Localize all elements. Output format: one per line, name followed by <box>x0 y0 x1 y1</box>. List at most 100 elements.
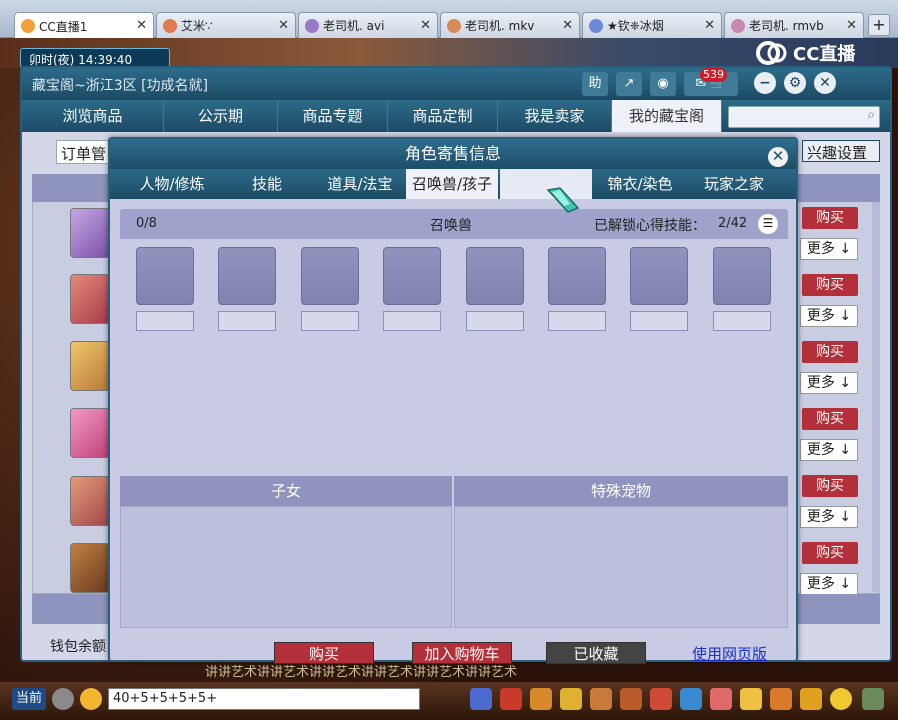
channel-current-button[interactable]: 当前 <box>12 688 46 710</box>
close-icon[interactable]: ✕ <box>562 18 573 33</box>
tab-player-home[interactable]: 玩家之家 <box>688 169 780 199</box>
guild-icon[interactable] <box>590 688 612 710</box>
pet-slot[interactable] <box>466 247 524 305</box>
gear-icon[interactable]: ⚙ <box>784 72 806 94</box>
item-avatar[interactable] <box>70 543 110 593</box>
browser-tab-cc-live[interactable]: CC直播1 ✕ <box>14 12 154 39</box>
chat-input[interactable]: 40+5+5+5+5+ <box>108 688 420 710</box>
pet-slot[interactable] <box>548 247 606 305</box>
list-menu-icon[interactable]: ☰ <box>758 214 778 234</box>
dialog-title: 角色寄售信息 <box>110 139 796 169</box>
tab-skills[interactable]: 技能 <box>220 169 314 199</box>
tab-pets-children[interactable]: 召唤兽/孩子 <box>406 169 498 199</box>
order-management-button[interactable]: 订单管 <box>56 140 116 164</box>
nav-customize[interactable]: 商品定制 <box>388 100 498 132</box>
dialog-close-icon[interactable]: ✕ <box>768 147 788 167</box>
buy-button[interactable]: 购买 <box>802 207 858 229</box>
more-button[interactable]: 更多 ↓ <box>800 573 858 595</box>
bag-icon[interactable] <box>500 688 522 710</box>
browser-tab-5[interactable]: ★钦❈冰烟 ✕ <box>582 12 722 38</box>
trade-icon[interactable] <box>800 688 822 710</box>
pet-name-field <box>218 311 276 331</box>
pet-name-field <box>548 311 606 331</box>
help-button[interactable]: 助 <box>582 72 608 96</box>
character-avatar[interactable] <box>70 274 110 324</box>
browser-tab-2[interactable]: 艾米∵ ✕ <box>156 12 296 38</box>
close-icon[interactable]: ✕ <box>704 18 715 33</box>
browser-tab-label: 老司机. mkv <box>465 19 535 33</box>
pet-slot[interactable] <box>218 247 276 305</box>
record-icon[interactable]: ◉ <box>650 72 676 96</box>
mail-icon[interactable] <box>650 688 672 710</box>
close-icon[interactable]: ✕ <box>136 18 147 33</box>
browser-tab-4[interactable]: 老司机. mkv ✕ <box>440 12 580 38</box>
search-input[interactable]: ⌕ <box>728 106 880 128</box>
tab-items-artifacts[interactable]: 道具/法宝 <box>314 169 406 199</box>
favorited-button[interactable]: 已收藏 <box>546 642 646 664</box>
notification-badge: 539 <box>700 68 727 82</box>
more-button[interactable]: 更多 ↓ <box>800 305 858 327</box>
pet-slot[interactable] <box>713 247 771 305</box>
buy-button[interactable]: 购买 <box>802 274 858 296</box>
tab-character-cultivation[interactable]: 人物/修炼 <box>124 169 220 199</box>
more-button[interactable]: 更多 ↓ <box>800 506 858 528</box>
shop-icon[interactable] <box>740 688 762 710</box>
search-icon[interactable]: ⌕ <box>867 107 875 123</box>
avatar-favicon-icon <box>447 18 461 33</box>
interest-settings-button[interactable]: 兴趣设置 <box>802 140 880 162</box>
browser-tab-label: CC直播1 <box>39 19 88 34</box>
buy-button[interactable]: 购买 <box>802 542 858 564</box>
close-icon[interactable]: ✕ <box>278 18 289 33</box>
system-icon[interactable] <box>862 688 884 710</box>
nav-seller[interactable]: 我是卖家 <box>498 100 612 132</box>
minimize-icon[interactable]: − <box>754 72 776 94</box>
character-avatar[interactable] <box>70 341 110 391</box>
share-icon[interactable]: ↗ <box>616 72 642 96</box>
pet-slot[interactable] <box>630 247 688 305</box>
skills-unlocked-value: 2/42 <box>718 216 748 231</box>
nav-public-notice[interactable]: 公示期 <box>164 100 278 132</box>
close-icon[interactable]: ✕ <box>420 18 431 33</box>
buy-button[interactable]: 购买 <box>802 341 858 363</box>
more-button[interactable]: 更多 ↓ <box>800 372 858 394</box>
pet-name-field <box>136 311 194 331</box>
window-title-bar: 藏宝阁~浙江3区 [功成名就] 助 ↗ ◉ ✉ 🛒 539 − ⚙ ✕ <box>22 68 890 100</box>
scroll-icon[interactable] <box>560 688 582 710</box>
browser-tab-label: 老司机. rmvb <box>749 19 824 33</box>
messages-cart-button[interactable]: ✉ 🛒 539 <box>684 68 738 96</box>
gift-icon[interactable] <box>710 688 732 710</box>
special-pets-section-header: 特殊宠物 <box>454 476 788 506</box>
quest-icon[interactable] <box>620 688 642 710</box>
pet-slot[interactable] <box>301 247 359 305</box>
children-area <box>120 506 452 628</box>
team-icon[interactable] <box>530 688 552 710</box>
browser-tab-3[interactable]: 老司机. avi ✕ <box>298 12 438 38</box>
listing-scrollbar[interactable] <box>872 202 880 592</box>
use-web-version-link[interactable]: 使用网页版 <box>692 643 767 664</box>
sword-icon[interactable] <box>470 688 492 710</box>
friends-icon[interactable] <box>770 688 792 710</box>
pet-name-field <box>713 311 771 331</box>
cc-live-logo: CC直播 <box>755 38 895 68</box>
character-avatar[interactable] <box>70 476 110 526</box>
close-icon[interactable]: ✕ <box>846 18 857 33</box>
nav-browse[interactable]: 浏览商品 <box>22 100 164 132</box>
map-icon[interactable] <box>680 688 702 710</box>
character-avatar[interactable] <box>70 408 110 458</box>
pet-slot[interactable] <box>136 247 194 305</box>
tab-outfits-dye[interactable]: 锦衣/染色 <box>592 169 688 199</box>
new-tab-button[interactable]: + <box>868 14 890 36</box>
close-icon[interactable]: ✕ <box>814 72 836 94</box>
emoji-icon[interactable] <box>80 688 102 710</box>
nav-special-topics[interactable]: 商品专题 <box>278 100 388 132</box>
more-button[interactable]: 更多 ↓ <box>800 238 858 260</box>
browser-tab-6[interactable]: 老司机. rmvb ✕ <box>724 12 864 38</box>
buy-button[interactable]: 购买 <box>802 475 858 497</box>
pet-slot[interactable] <box>383 247 441 305</box>
more-button[interactable]: 更多 ↓ <box>800 439 858 461</box>
smile-icon[interactable] <box>830 688 852 710</box>
buy-button[interactable]: 购买 <box>802 408 858 430</box>
character-avatar[interactable] <box>70 208 110 258</box>
nav-my-pavilion[interactable]: 我的藏宝阁 <box>612 100 722 132</box>
microphone-icon[interactable] <box>52 688 74 710</box>
